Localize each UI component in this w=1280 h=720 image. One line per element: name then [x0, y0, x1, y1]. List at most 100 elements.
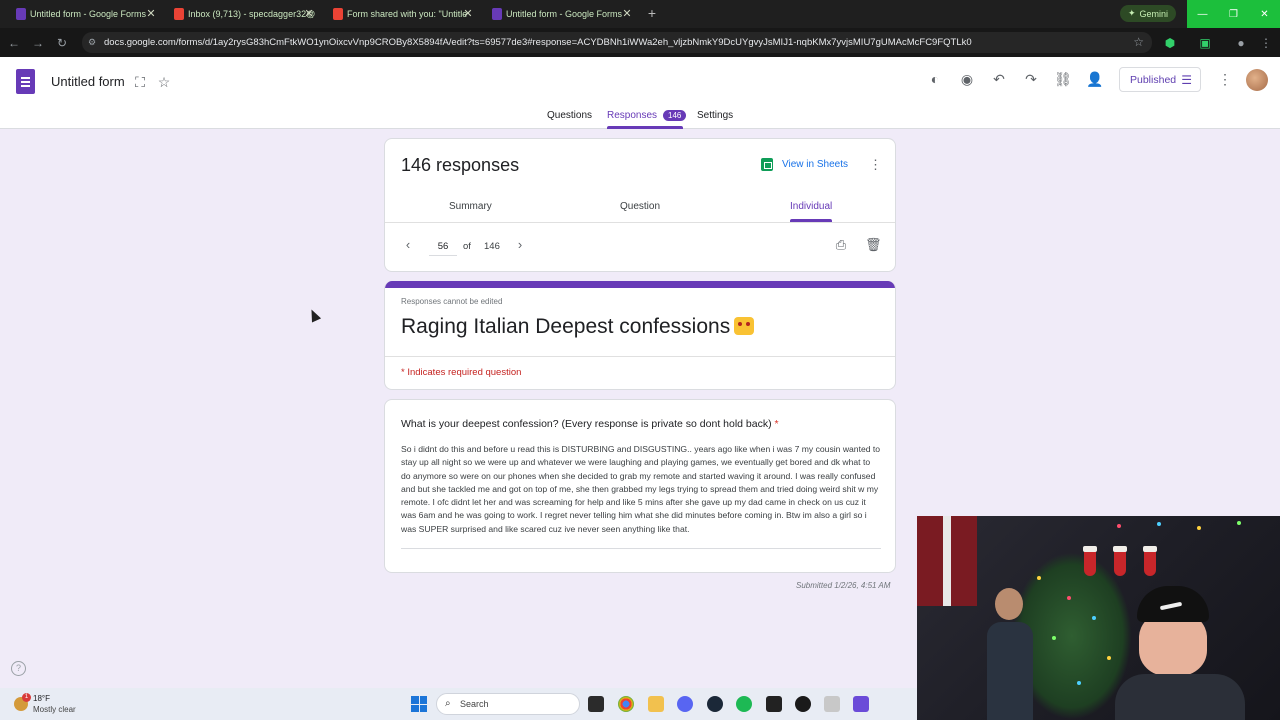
tab-questions[interactable]: Questions — [547, 110, 592, 129]
more-options-icon[interactable]: ⋮ — [869, 157, 882, 173]
browser-tab[interactable]: Untitled form - Google Forms ✕ — [16, 2, 158, 26]
spotify-icon[interactable] — [736, 696, 752, 712]
preview-eye-icon[interactable]: ◉ — [958, 70, 976, 88]
app-icon[interactable] — [824, 696, 840, 712]
form-title-card: Responses cannot be edited Raging Italia… — [384, 281, 896, 390]
browser-tab-title: Form shared with you: "Untitle — [347, 9, 468, 19]
star-icon[interactable]: ☆ — [155, 73, 173, 91]
published-label: Published — [1130, 73, 1177, 86]
gemini-button[interactable]: ✦ Gemini — [1120, 5, 1176, 22]
form-accent-bar — [385, 281, 895, 288]
close-window-icon[interactable]: ✕ — [1249, 0, 1280, 28]
discord-icon[interactable] — [677, 696, 693, 712]
browser-tab-title: Untitled form - Google Forms — [506, 9, 623, 19]
bookmark-star-icon[interactable]: ☆ — [1133, 35, 1144, 49]
scream-cat-emoji-icon — [734, 317, 755, 335]
subtab-question[interactable]: Question — [620, 201, 660, 212]
epic-games-icon[interactable] — [766, 696, 782, 712]
light — [1052, 636, 1056, 640]
light — [1117, 524, 1121, 528]
pager-of-label: of — [463, 241, 471, 252]
taskbar-search[interactable]: ⌕ Search — [436, 693, 580, 715]
add-collaborator-icon[interactable]: 👤 — [1086, 70, 1104, 88]
delete-icon[interactable]: 🗑 — [865, 237, 882, 253]
url-text: docs.google.com/forms/d/1ay2rysG83hCmFtk… — [104, 37, 972, 48]
webcam-overlay — [917, 516, 1280, 720]
stocking — [1113, 546, 1127, 576]
app-icon[interactable] — [853, 696, 869, 712]
tab-responses-label: Responses — [607, 110, 658, 121]
submitted-timestamp: Submitted 1/2/26, 4:51 AM — [796, 581, 891, 590]
browser-tab[interactable]: Form shared with you: "Untitle ✕ — [333, 2, 475, 26]
close-icon[interactable]: ✕ — [461, 7, 475, 21]
streamer-person — [1115, 586, 1245, 720]
divider — [385, 222, 895, 223]
site-info-icon[interactable]: ⚙ — [88, 37, 98, 47]
responses-count-title: 146 responses — [401, 155, 520, 175]
weather-condition[interactable]: Mostly clear — [33, 705, 76, 714]
task-view-icon[interactable] — [588, 696, 604, 712]
stocking — [1143, 546, 1157, 576]
subtab-individual[interactable]: Individual — [790, 201, 832, 212]
next-response-icon[interactable]: › — [512, 237, 528, 253]
light — [1037, 576, 1041, 580]
move-to-folder-icon[interactable]: ⛶ — [131, 73, 149, 91]
chrome-icon[interactable] — [618, 696, 634, 712]
previous-response-icon[interactable]: ‹ — [400, 237, 416, 253]
more-options-icon[interactable]: ⋮ — [1216, 70, 1234, 88]
forward-icon[interactable]: → — [30, 35, 46, 51]
view-in-sheets-link[interactable]: View in Sheets — [761, 158, 848, 171]
browser-tab[interactable]: Inbox (9,713) - specdagger32@ ✕ — [174, 2, 316, 26]
sheets-icon — [761, 158, 773, 171]
undo-icon[interactable]: ↶ — [990, 70, 1008, 88]
form-title: Raging Italian Deepest confessions — [401, 315, 755, 339]
link-icon[interactable]: ⛓ — [1054, 70, 1072, 88]
avatar[interactable] — [1246, 69, 1268, 91]
response-number-input[interactable]: 56 — [429, 238, 457, 256]
new-tab-button[interactable]: + — [644, 5, 660, 21]
light — [1237, 521, 1241, 525]
address-bar: ← → ↻ ⚙ docs.google.com/forms/d/1ay2rysG… — [0, 28, 1280, 57]
restore-icon[interactable]: ❐ — [1218, 0, 1249, 28]
published-button[interactable]: Published ☰ — [1119, 67, 1201, 92]
search-label: Search — [460, 699, 489, 709]
profile-icon[interactable]: ● — [1233, 35, 1249, 51]
google-forms-logo-icon[interactable] — [16, 69, 35, 94]
form-name[interactable]: Untitled form — [51, 74, 125, 89]
close-icon[interactable]: ✕ — [144, 7, 158, 21]
light — [1157, 522, 1161, 526]
form-title-text: Raging Italian Deepest confessions — [401, 315, 731, 338]
gmail-favicon-icon — [174, 8, 184, 20]
print-icon[interactable]: ⎙ — [833, 237, 849, 253]
file-explorer-icon[interactable] — [648, 696, 664, 712]
answer-underline — [401, 548, 881, 549]
back-icon[interactable]: ← — [6, 35, 22, 51]
extension-icon[interactable]: ⬢ — [1162, 35, 1178, 51]
active-tab-indicator — [607, 126, 683, 129]
url-field[interactable]: ⚙ docs.google.com/forms/d/1ay2rysG83hCmF… — [82, 32, 1152, 53]
light — [1107, 656, 1111, 660]
palette-icon[interactable]: ◐ — [926, 70, 944, 88]
reload-icon[interactable]: ↻ — [54, 35, 70, 51]
weather-badge: 1 — [22, 693, 31, 702]
windows-start-icon[interactable] — [411, 696, 427, 712]
tune-icon: ☰ — [1181, 73, 1192, 87]
minimize-icon[interactable]: — — [1187, 0, 1218, 28]
browser-tab-active[interactable]: Untitled form - Google Forms ✕ — [492, 2, 634, 26]
browser-menu-icon[interactable]: ⋮ — [1258, 35, 1274, 51]
sidepanel-icon[interactable]: ▣ — [1197, 35, 1213, 51]
steam-icon[interactable] — [707, 696, 723, 712]
gift-wrap-decoration — [917, 516, 977, 606]
light — [1092, 616, 1096, 620]
subtab-summary[interactable]: Summary — [449, 201, 492, 212]
weather-temp[interactable]: 18°F — [33, 694, 50, 703]
tab-settings[interactable]: Settings — [697, 110, 733, 129]
redo-icon[interactable]: ↷ — [1022, 70, 1040, 88]
question-text: What is your deepest confession? (Every … — [401, 418, 779, 430]
close-icon[interactable]: ✕ — [302, 7, 316, 21]
cannot-edit-note: Responses cannot be edited — [401, 297, 503, 306]
app-icon[interactable] — [795, 696, 811, 712]
help-icon[interactable]: ? — [11, 661, 26, 676]
mouse-cursor-icon — [306, 307, 322, 323]
close-icon[interactable]: ✕ — [620, 7, 634, 21]
